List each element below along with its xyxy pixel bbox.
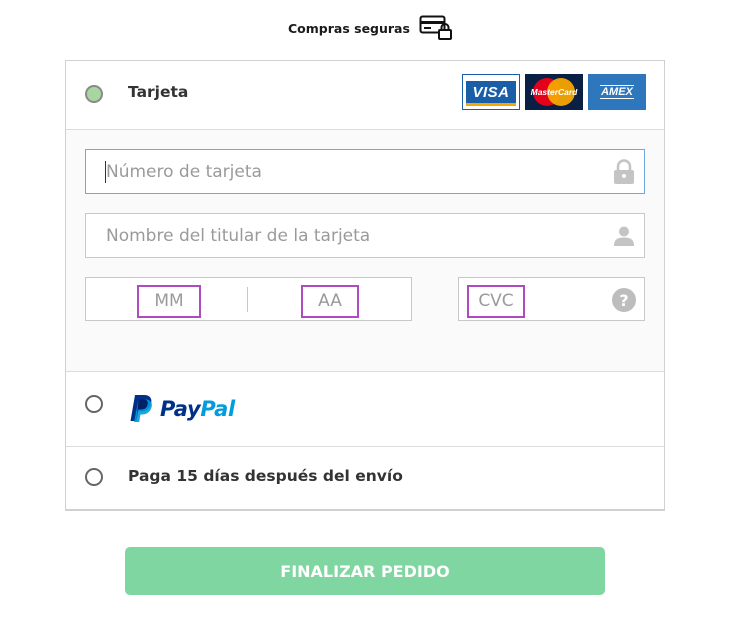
card-number-placeholder: Número de tarjeta bbox=[106, 162, 262, 182]
card-brands: VISA MasterCard AMEX bbox=[462, 74, 646, 110]
expiry-year-input[interactable]: AA bbox=[301, 285, 359, 318]
secure-purchase-label: Compras seguras bbox=[288, 20, 410, 36]
pay-later-option[interactable]: Paga 15 días después del envío bbox=[66, 447, 664, 510]
pay-later-label: Paga 15 días después del envío bbox=[128, 467, 403, 485]
credit-card-lock-icon bbox=[419, 15, 452, 40]
user-icon bbox=[614, 226, 634, 246]
card-radio[interactable] bbox=[85, 85, 103, 103]
cvc-field[interactable]: CVC bbox=[467, 285, 525, 318]
expiry-year-placeholder: AA bbox=[318, 291, 342, 311]
cardholder-name-input[interactable]: Nombre del titular de la tarjeta bbox=[85, 213, 645, 258]
paypal-option[interactable]: PayPal bbox=[66, 372, 664, 447]
paypal-mark-icon bbox=[130, 395, 152, 422]
expiry-month-input[interactable]: MM bbox=[137, 285, 201, 318]
secure-purchase-header: Compras seguras bbox=[288, 15, 453, 41]
mastercard-logo: MasterCard bbox=[525, 74, 583, 110]
pay-later-radio[interactable] bbox=[85, 468, 103, 486]
cardholder-name-placeholder: Nombre del titular de la tarjeta bbox=[106, 226, 371, 246]
amex-logo: AMEX bbox=[588, 74, 646, 110]
cvc-input: CVC ? bbox=[458, 277, 645, 321]
lock-icon bbox=[614, 159, 634, 184]
question-icon[interactable]: ? bbox=[612, 288, 636, 312]
card-number-input[interactable]: Número de tarjeta bbox=[85, 149, 645, 194]
card-form: Número de tarjeta Nombre del titular de … bbox=[66, 130, 664, 372]
payment-methods-panel: Tarjeta VISA MasterCard AMEX Número de t… bbox=[65, 60, 665, 511]
card-option-label: Tarjeta bbox=[128, 83, 189, 101]
expiry-date-input: MM AA bbox=[85, 277, 412, 321]
finalize-order-button[interactable]: FINALIZAR PEDIDO bbox=[125, 547, 605, 595]
card-option-header[interactable]: Tarjeta VISA MasterCard AMEX bbox=[66, 61, 664, 130]
expiry-divider bbox=[247, 287, 248, 312]
expiry-month-placeholder: MM bbox=[154, 291, 184, 311]
paypal-logo: PayPal bbox=[128, 394, 235, 423]
paypal-radio[interactable] bbox=[85, 395, 103, 413]
visa-logo: VISA bbox=[462, 74, 520, 110]
cvc-placeholder: CVC bbox=[478, 291, 514, 311]
paypal-wordmark: PayPal bbox=[160, 396, 235, 421]
